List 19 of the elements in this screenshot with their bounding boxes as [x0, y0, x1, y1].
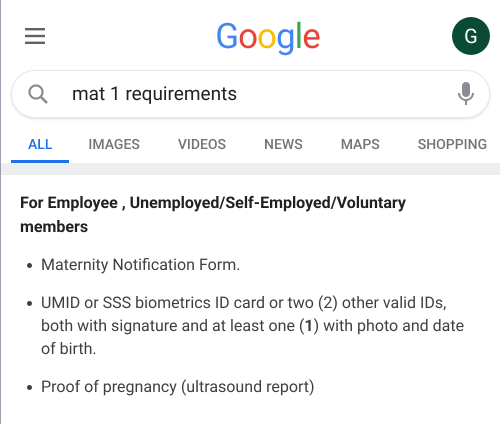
tab[interactable]: NEWS: [245, 127, 322, 163]
search-field[interactable]: mat 1 requirements: [11, 70, 490, 118]
tab[interactable]: VIDEOS: [158, 127, 246, 163]
result-heading: For Employee , Unemployed/Self-Employed/Voluntary members: [20, 192, 407, 238]
bullet-icon: [27, 385, 32, 390]
tab[interactable]: IMAGES: [69, 127, 159, 163]
requirement-text: Proof of pregnancy (ultrasound report): [41, 376, 315, 398]
requirement-text: Maternity Notification Form.: [41, 254, 240, 276]
microphone-icon[interactable]: [457, 81, 475, 107]
requirement-text: UMID or SSS biometrics ID card or two (2) other valid IDs, both with signature and at least one (1) with photo and date of birth.: [41, 292, 466, 360]
search-query: mat 1 requirements: [72, 80, 238, 107]
bullet-icon: [27, 301, 32, 306]
bullet-icon: [27, 263, 32, 268]
search-icon: [26, 82, 50, 106]
avatar[interactable]: G: [452, 17, 490, 55]
tab[interactable]: SHOPPING: [398, 127, 500, 163]
tab[interactable]: MAPS: [322, 127, 399, 163]
menu-icon[interactable]: [23, 27, 47, 45]
logo: Google: [215, 18, 320, 54]
